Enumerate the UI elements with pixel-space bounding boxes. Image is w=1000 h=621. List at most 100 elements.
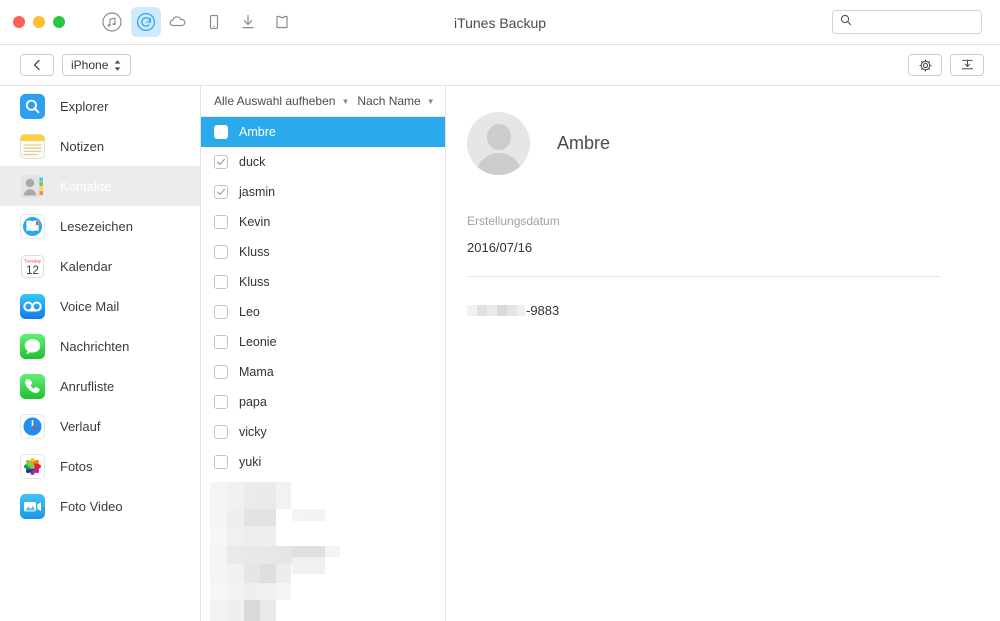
backup-restore-icon[interactable] bbox=[131, 7, 161, 37]
svg-text:Tuesday: Tuesday bbox=[24, 258, 41, 263]
contact-name: yuki bbox=[239, 455, 262, 469]
sidebar-item-anrufliste[interactable]: Anrufliste bbox=[0, 366, 200, 406]
voicemail-icon bbox=[19, 293, 46, 320]
contact-checkbox[interactable] bbox=[214, 335, 228, 349]
download-icon[interactable] bbox=[233, 7, 263, 37]
contact-checkbox[interactable] bbox=[214, 125, 228, 139]
contact-name: Kluss bbox=[239, 275, 270, 289]
contacts-list-column: Alle Auswahl aufheben ▼ Nach Name ▼ Ambr… bbox=[201, 86, 446, 621]
contact-name: vicky bbox=[239, 425, 267, 439]
contact-list-item[interactable]: yuki bbox=[201, 447, 445, 477]
contact-checkbox[interactable] bbox=[214, 305, 228, 319]
sidebar-item-label: Kalendar bbox=[60, 258, 113, 274]
sidebar-item-verlauf[interactable]: Verlauf bbox=[0, 406, 200, 446]
sidebar-item-notizen[interactable]: Notizen bbox=[0, 126, 200, 166]
sidebar-item-label: Explorer bbox=[60, 98, 109, 114]
device-selector[interactable]: iPhone bbox=[62, 54, 132, 76]
sidebar-item-nachrichten[interactable]: Nachrichten bbox=[0, 326, 200, 366]
contact-list-item[interactable]: Kevin bbox=[201, 207, 445, 237]
svg-text:12: 12 bbox=[26, 265, 39, 277]
search-input[interactable] bbox=[857, 15, 969, 29]
contact-checkbox[interactable] bbox=[214, 455, 228, 469]
contact-checkbox[interactable] bbox=[214, 425, 228, 439]
contact-list-item[interactable]: vicky bbox=[201, 417, 445, 447]
sidebar-item-kontakte[interactable]: Kontakte bbox=[0, 166, 200, 206]
export-tray-icon bbox=[961, 59, 973, 69]
contact-checkbox[interactable] bbox=[214, 155, 228, 169]
device-icon[interactable] bbox=[199, 7, 229, 37]
music-icon[interactable] bbox=[97, 7, 127, 37]
itunes-backup-window: iTunes Backup iPhone Explorer Notizen Ko… bbox=[0, 0, 1000, 621]
sidebar-item-label: Anrufliste bbox=[60, 378, 115, 394]
photos-icon bbox=[19, 453, 46, 480]
sidebar-item-label: Verlauf bbox=[60, 418, 101, 434]
avatar bbox=[467, 112, 530, 175]
contact-list-item[interactable]: jasmin bbox=[201, 177, 445, 207]
sidebar-item-label: Lesezeichen bbox=[60, 218, 133, 234]
created-date-label: Erstellungsdatum bbox=[467, 214, 560, 228]
photo-video-icon bbox=[19, 493, 46, 520]
contact-list-item[interactable]: Leonie bbox=[201, 327, 445, 357]
call-history-icon bbox=[19, 373, 46, 400]
bookmarks-icon bbox=[19, 213, 46, 240]
contact-name: Ambre bbox=[239, 125, 276, 139]
contact-list-item[interactable]: papa bbox=[201, 387, 445, 417]
sidebar-item-kalendar[interactable]: Tuesday 12 Kalendar bbox=[0, 246, 200, 286]
sub-toolbar: iPhone bbox=[0, 45, 1000, 86]
contact-checkbox[interactable] bbox=[214, 275, 228, 289]
sidebar-item-lesezeichen[interactable]: Lesezeichen bbox=[0, 206, 200, 246]
notes-icon bbox=[19, 133, 46, 160]
contact-list-item[interactable]: Kluss bbox=[201, 237, 445, 267]
sort-by-button[interactable]: Nach Name bbox=[357, 94, 420, 108]
detail-divider bbox=[467, 276, 940, 277]
settings-button[interactable] bbox=[908, 54, 942, 76]
deselect-all-button[interactable]: Alle Auswahl aufheben bbox=[214, 94, 335, 108]
search-box[interactable] bbox=[832, 10, 982, 34]
search-icon bbox=[840, 13, 852, 31]
messages-icon bbox=[19, 333, 46, 360]
contact-detail-panel: Ambre Erstellungsdatum 2016/07/16 -9883 bbox=[446, 86, 1000, 621]
sidebar-item-label: Kontakte bbox=[60, 178, 112, 194]
chevron-down-icon[interactable]: ▼ bbox=[341, 97, 349, 106]
contacts-list-header: Alle Auswahl aufheben ▼ Nach Name ▼ bbox=[201, 86, 445, 117]
contact-checkbox[interactable] bbox=[214, 395, 228, 409]
export-button[interactable] bbox=[950, 54, 984, 76]
redacted-phone-prefix bbox=[467, 304, 525, 317]
close-button[interactable] bbox=[13, 16, 25, 28]
sidebar-item-voice-mail[interactable]: Voice Mail bbox=[0, 286, 200, 326]
chevron-down-icon[interactable]: ▼ bbox=[427, 97, 435, 106]
contact-detail-name: Ambre bbox=[557, 133, 611, 153]
sidebar-item-label: Foto Video bbox=[60, 498, 123, 514]
cloud-icon[interactable] bbox=[165, 7, 195, 37]
contact-checkbox[interactable] bbox=[214, 245, 228, 259]
contact-checkbox[interactable] bbox=[214, 185, 228, 199]
minimize-button[interactable] bbox=[33, 16, 45, 28]
contact-name: papa bbox=[239, 395, 267, 409]
contact-checkbox[interactable] bbox=[214, 215, 228, 229]
contact-list-item[interactable]: Mama bbox=[201, 357, 445, 387]
sidebar-item-fotos[interactable]: Fotos bbox=[0, 446, 200, 486]
contact-list-item[interactable]: Kluss bbox=[201, 267, 445, 297]
contact-checkbox[interactable] bbox=[214, 365, 228, 379]
toolbar-right-actions bbox=[908, 54, 984, 76]
sidebar-item-explorer[interactable]: Explorer bbox=[0, 86, 200, 126]
contact-list-item[interactable]: Leo bbox=[201, 297, 445, 327]
toolbar-icons bbox=[97, 7, 297, 37]
maximize-button[interactable] bbox=[53, 16, 65, 28]
sidebar-item-label: Notizen bbox=[60, 138, 105, 154]
calendar-icon: Tuesday 12 bbox=[19, 253, 46, 280]
chevron-updown-icon bbox=[115, 59, 121, 71]
contact-list-item[interactable]: Ambre bbox=[201, 117, 445, 147]
contact-name: duck bbox=[239, 155, 266, 169]
back-button[interactable] bbox=[20, 54, 54, 76]
titlebar: iTunes Backup bbox=[0, 0, 1000, 45]
sidebar-item-foto-video[interactable]: Foto Video bbox=[0, 486, 200, 526]
check-icon bbox=[217, 158, 225, 165]
contact-list-item[interactable]: duck bbox=[201, 147, 445, 177]
contact-name: jasmin bbox=[239, 185, 276, 199]
contact-name: Mama bbox=[239, 365, 274, 379]
avatar-head-shape bbox=[486, 124, 511, 150]
created-date-field: Erstellungsdatum 2016/07/16 bbox=[446, 214, 1000, 255]
sidebar-item-label: Fotos bbox=[60, 458, 93, 474]
shirt-icon[interactable] bbox=[267, 7, 297, 37]
